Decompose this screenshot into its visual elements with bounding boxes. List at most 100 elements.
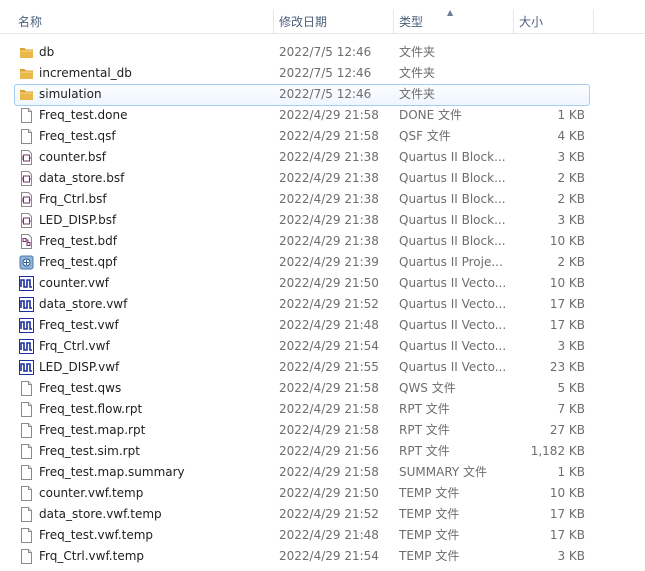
file-date: 2022/4/29 21:48: [279, 318, 379, 332]
waveform-icon: [19, 360, 34, 375]
file-date: 2022/4/29 21:48: [279, 528, 379, 542]
file-row[interactable]: Frq_Ctrl.bsf 2022/4/29 21:38 Quartus II Bl…: [0, 189, 645, 210]
file-size: 27 KB: [549, 423, 585, 437]
file-name: Freq_test.qpf: [39, 255, 118, 269]
file-row[interactable]: counter.vwf.temp 2022/4/29 21:50 TEMP 文件 10…: [0, 483, 645, 504]
file-type: Quartus II Vecto...: [399, 339, 507, 353]
file-type: Quartus II Vecto...: [399, 318, 507, 332]
quartus-bdf-icon: [19, 234, 34, 249]
file-row[interactable]: Freq_test.vwf.temp 2022/4/29 21:48 TEMP 文件…: [0, 525, 645, 546]
file-row[interactable]: Freq_test.vwf 2022/4/29 21:48 Quartus II V…: [0, 315, 645, 336]
file-name: Freq_test.sim.rpt: [39, 444, 140, 458]
file-name: data_store.bsf: [39, 171, 125, 185]
file-row[interactable]: LED_DISP.vwf 2022/4/29 21:55 Quartus II Ve…: [0, 357, 645, 378]
file-row[interactable]: Freq_test.flow.rpt 2022/4/29 21:58 RPT 文件 7…: [0, 399, 645, 420]
file-row[interactable]: counter.bsf 2022/4/29 21:38 Quartus II Blo…: [0, 147, 645, 168]
file-row[interactable]: data_store.bsf 2022/4/29 21:38 Quartus II …: [0, 168, 645, 189]
file-name: Freq_test.qsf: [39, 129, 116, 143]
file-row[interactable]: data_store.vwf.temp 2022/4/29 21:52 TEMP 文…: [0, 504, 645, 525]
file-date: 2022/4/29 21:38: [279, 213, 379, 227]
file-date: 2022/4/29 21:54: [279, 549, 379, 563]
file-type: Quartus II Block...: [399, 192, 506, 206]
blank-file-icon: [19, 549, 34, 564]
file-type: TEMP 文件: [399, 486, 460, 500]
file-type: DONE 文件: [399, 108, 463, 122]
file-size: 17 KB: [549, 507, 585, 521]
file-row[interactable]: Freq_test.qsf 2022/4/29 21:58 QSF 文件 4 KB: [0, 126, 645, 147]
file-size: 1 KB: [557, 465, 585, 479]
file-type: Quartus II Vecto...: [399, 360, 507, 374]
file-date: 2022/4/29 21:58: [279, 402, 379, 416]
file-date: 2022/4/29 21:58: [279, 465, 379, 479]
column-divider[interactable]: [273, 9, 274, 33]
file-date: 2022/4/29 21:58: [279, 108, 379, 122]
file-row[interactable]: Freq_test.sim.rpt 2022/4/29 21:56 RPT 文件 1,…: [0, 441, 645, 462]
file-row[interactable]: data_store.vwf 2022/4/29 21:52 Quartus II …: [0, 294, 645, 315]
column-divider[interactable]: [593, 9, 594, 33]
file-row[interactable]: Freq_test.qpf 2022/4/29 21:39 Quartus II P…: [0, 252, 645, 273]
quartus-bsf-icon: [19, 150, 34, 165]
blank-file-icon: [19, 486, 34, 501]
file-date: 2022/4/29 21:52: [279, 507, 379, 521]
blank-file-icon: [19, 528, 34, 543]
folder-icon: [19, 66, 34, 81]
file-type: QSF 文件: [399, 129, 451, 143]
file-date: 2022/4/29 21:52: [279, 297, 379, 311]
waveform-icon: [19, 318, 34, 333]
file-row[interactable]: Frq_Ctrl.vwf.temp 2022/4/29 21:54 TEMP 文件 3…: [0, 546, 645, 567]
file-row[interactable]: counter.vwf 2022/4/29 21:50 Quartus II Vec…: [0, 273, 645, 294]
file-name: Frq_Ctrl.vwf: [39, 339, 110, 353]
file-type: Quartus II Block...: [399, 213, 506, 227]
blank-file-icon: [19, 465, 34, 480]
file-date: 2022/4/29 21:50: [279, 276, 379, 290]
quartus-bsf-icon: [19, 213, 34, 228]
file-size: 2 KB: [557, 192, 585, 206]
folder-icon: [19, 87, 34, 102]
file-date: 2022/4/29 21:58: [279, 423, 379, 437]
waveform-icon: [19, 297, 34, 312]
file-size: 3 KB: [557, 549, 585, 563]
column-header-size[interactable]: 大小: [519, 0, 543, 33]
blank-file-icon: [19, 423, 34, 438]
file-row[interactable]: LED_DISP.bsf 2022/4/29 21:38 Quartus II Bl…: [0, 210, 645, 231]
file-size: 1,182 KB: [530, 444, 585, 458]
file-date: 2022/4/29 21:39: [279, 255, 379, 269]
file-type: Quartus II Vecto...: [399, 276, 507, 290]
file-size: 10 KB: [549, 276, 585, 290]
blank-file-icon: [19, 402, 34, 417]
file-row[interactable]: Freq_test.done 2022/4/29 21:58 DONE 文件 1 KB: [0, 105, 645, 126]
column-header-type[interactable]: 类型: [399, 0, 423, 33]
file-row[interactable]: Freq_test.bdf 2022/4/29 21:38 Quartus II B…: [0, 231, 645, 252]
file-row[interactable]: db 2022/7/5 12:46 文件夹: [0, 42, 645, 63]
blank-file-icon: [19, 507, 34, 522]
file-date: 2022/7/5 12:46: [279, 87, 372, 101]
column-divider[interactable]: [513, 9, 514, 33]
file-size: 3 KB: [557, 339, 585, 353]
file-name: counter.bsf: [39, 150, 106, 164]
file-type: 文件夹: [399, 87, 436, 101]
column-divider[interactable]: [393, 9, 394, 33]
file-size: 7 KB: [557, 402, 585, 416]
column-header-name[interactable]: 名称: [18, 0, 42, 33]
file-type: TEMP 文件: [399, 549, 460, 563]
file-row[interactable]: Freq_test.map.rpt 2022/4/29 21:58 RPT 文件 27…: [0, 420, 645, 441]
file-row[interactable]: Frq_Ctrl.vwf 2022/4/29 21:54 Quartus II Ve…: [0, 336, 645, 357]
file-type: TEMP 文件: [399, 528, 460, 542]
file-name: Freq_test.qws: [39, 381, 122, 395]
file-name: Freq_test.bdf: [39, 234, 118, 248]
column-header-date[interactable]: 修改日期: [279, 0, 327, 33]
file-row[interactable]: simulation 2022/7/5 12:46 文件夹: [0, 84, 645, 106]
file-row[interactable]: Freq_test.qws 2022/4/29 21:58 QWS 文件 5 KB: [0, 378, 645, 399]
file-date: 2022/7/5 12:46: [279, 45, 372, 59]
file-date: 2022/7/5 12:46: [279, 66, 372, 80]
file-type: SUMMARY 文件: [399, 465, 488, 479]
file-size: 23 KB: [549, 360, 585, 374]
file-date: 2022/4/29 21:54: [279, 339, 379, 353]
file-size: 1 KB: [557, 108, 585, 122]
quartus-bsf-icon: [19, 171, 34, 186]
file-row[interactable]: Freq_test.map.summary 2022/4/29 21:58 SUMM…: [0, 462, 645, 483]
file-size: 10 KB: [549, 234, 585, 248]
file-date: 2022/4/29 21:38: [279, 171, 379, 185]
sort-ascending-icon: ▲: [447, 8, 454, 17]
file-row[interactable]: incremental_db 2022/7/5 12:46 文件夹: [0, 63, 645, 84]
